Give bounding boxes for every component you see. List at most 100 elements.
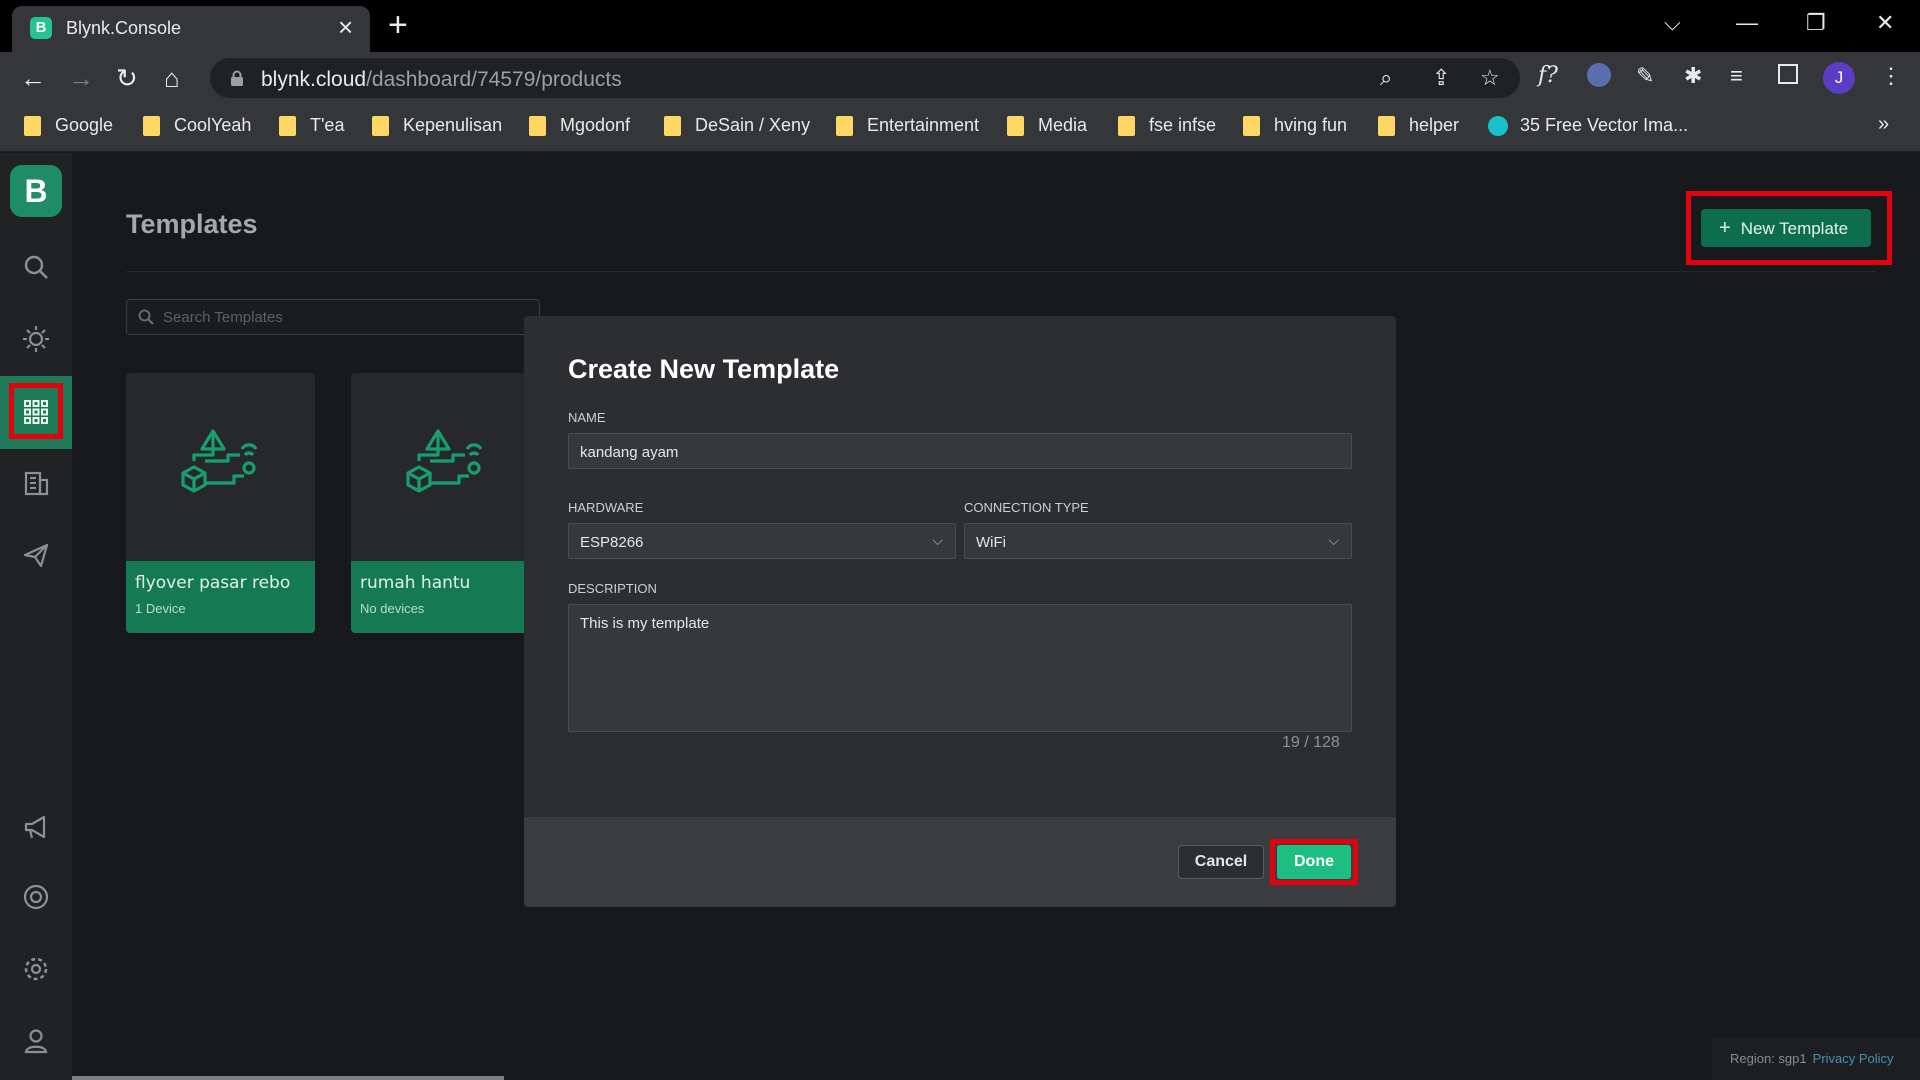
send-icon[interactable] [22,541,50,569]
address-bar[interactable]: blynk.cloud/dashboard/74579/products ⌕ ⇪… [210,58,1520,98]
bookmarks-overflow-icon[interactable]: » [1878,113,1889,136]
horizontal-scrollbar[interactable] [72,1076,504,1080]
description-textarea[interactable]: This is my template [568,604,1352,732]
folder-icon [1007,115,1024,136]
template-hardware-icon [181,429,258,493]
bookmark-item[interactable]: T'ea [279,115,344,136]
reload-icon[interactable]: ↻ [116,64,138,92]
folder-icon [24,115,41,136]
name-label: NAME [568,410,606,425]
search-icon[interactable] [22,253,50,281]
blynk-logo[interactable]: B [10,165,62,217]
user-icon[interactable] [22,1027,50,1055]
globe-icon [1488,115,1508,136]
search-icon [138,309,154,325]
folder-icon [279,115,296,136]
blynk-favicon-icon: B [30,17,52,39]
plus-icon: + [1719,217,1731,239]
building-icon[interactable] [22,469,50,497]
extensions-puzzle-icon[interactable]: ✱ [1684,63,1702,89]
bookmark-item[interactable]: Kepenulisan [372,115,502,136]
bookmark-item[interactable]: fse infse [1118,115,1216,136]
cancel-button[interactable]: Cancel [1178,845,1264,879]
zoom-icon[interactable]: ⌕ [1380,65,1392,91]
dialog-footer: Cancel Done [524,817,1396,907]
template-card-footer: flyover pasar rebo 1 Device [126,561,315,633]
folder-icon [664,115,681,136]
hardware-label: HARDWARE [568,500,644,515]
window-close-icon[interactable]: ✕ [1876,10,1894,36]
folder-icon [372,115,389,136]
hardware-select[interactable]: ESP8266 ⌵ [568,523,956,559]
connection-type-select[interactable]: WiFi ⌵ [964,523,1352,559]
sun-icon[interactable] [22,325,50,353]
bookmark-item[interactable]: Mgodonf [529,115,630,136]
bookmark-item[interactable]: Entertainment [836,115,979,136]
search-placeholder: Search Templates [163,309,283,326]
page-title: Templates [126,209,258,239]
bookmark-item[interactable]: DeSain / Xeny [664,115,810,136]
template-name: rumah hantu [360,573,471,593]
share-icon[interactable]: ⇪ [1432,65,1450,91]
forward-arrow-icon[interactable]: → [68,64,94,92]
extension-function-icon[interactable]: f? [1538,63,1558,88]
divider [126,271,1876,272]
bookmark-item[interactable]: helper [1378,115,1459,136]
grid-icon[interactable] [22,398,50,426]
browser-toolbar: ← → ↻ ⌂ blynk.cloud/dashboard/74579/prod… [0,52,1920,104]
template-hardware-icon [406,429,483,493]
bookmark-star-icon[interactable]: ☆ [1480,65,1500,91]
new-tab-plus-icon[interactable]: + [388,6,408,44]
privacy-policy-link[interactable]: Privacy Policy [1813,1051,1894,1066]
bookmark-item[interactable]: Google [24,115,113,136]
app-sidebar: B [0,153,72,1080]
kebab-menu-icon[interactable]: ⋮ [1880,63,1902,89]
extension-pen-icon[interactable]: ✎ [1636,63,1654,89]
url-text: blynk.cloud/dashboard/74579/products [261,68,622,91]
lock-icon [231,70,243,86]
minimize-icon[interactable]: — [1736,10,1758,36]
back-arrow-icon[interactable]: ← [20,64,46,92]
restore-icon[interactable]: ❐ [1806,10,1826,36]
tab-title: Blynk.Console [66,18,182,38]
extension-cursor-icon[interactable] [1587,63,1611,87]
folder-icon [1243,115,1260,136]
description-label: DESCRIPTION [568,581,657,596]
folder-icon [529,115,546,136]
template-device-count: 1 Device [135,601,186,616]
bookmark-item[interactable]: CoolYeah [143,115,251,136]
search-templates-input[interactable]: Search Templates [126,299,540,335]
new-template-button[interactable]: + New Template [1701,209,1871,247]
bookmark-item[interactable]: hving fun [1243,115,1347,136]
done-button[interactable]: Done [1277,845,1351,879]
side-panel-icon[interactable] [1778,64,1798,84]
chevron-down-icon: ⌵ [1328,532,1339,548]
hardware-value: ESP8266 [580,534,644,551]
template-name-field[interactable]: kandang ayam [568,433,1352,469]
folder-icon [1378,115,1395,136]
close-icon[interactable]: × [338,13,353,41]
create-template-dialog: Create New Template NAME kandang ayam HA… [524,316,1396,907]
bookmark-item[interactable]: 35 Free Vector Ima... [1488,115,1688,136]
template-device-count: No devices [360,601,425,616]
folder-icon [1118,115,1135,136]
megaphone-icon[interactable] [22,813,50,841]
template-card[interactable]: flyover pasar rebo 1 Device [126,373,315,633]
connection-type-label: CONNECTION TYPE [964,500,1089,515]
gear-icon[interactable] [22,955,50,983]
template-card-footer: rumah hantu No devices [351,561,540,633]
region-label: Region: sgp1 [1730,1051,1807,1066]
home-icon[interactable]: ⌂ [164,64,180,92]
template-card[interactable]: rumah hantu No devices [351,373,540,633]
character-counter: 19 / 128 [1282,734,1340,751]
lifebuoy-icon[interactable] [22,883,50,911]
browser-tab[interactable]: B Blynk.Console × [12,6,370,52]
tab-search-chevron-icon[interactable]: ⌵ [1664,10,1681,36]
template-name: flyover pasar rebo [135,573,291,593]
profile-avatar[interactable]: J [1823,62,1855,94]
bookmark-item[interactable]: Media [1007,115,1087,136]
folder-icon [143,115,160,136]
media-queue-icon[interactable]: ≡ [1730,63,1743,89]
region-footer: Region: sgp1 Privacy Policy [1712,1038,1920,1080]
browser-tab-strip: B Blynk.Console × + ⌵ — ❐ ✕ [0,0,1920,52]
